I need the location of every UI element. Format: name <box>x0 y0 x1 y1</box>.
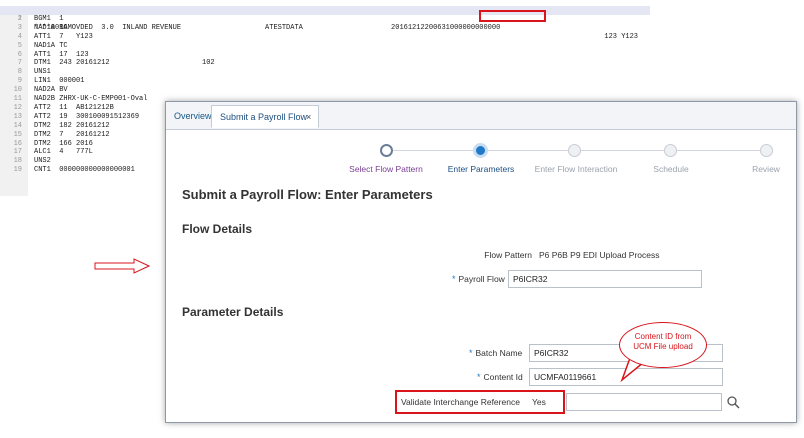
line-number: 15 <box>13 130 22 139</box>
train-label-enter-parameters[interactable]: Enter Parameters <box>448 164 515 174</box>
line-number: 18 <box>13 157 22 166</box>
line-number: 13 <box>13 112 22 121</box>
tab-overview[interactable]: Overview <box>174 105 212 128</box>
line-number: 5 <box>17 41 22 50</box>
flow-details-heading: Flow Details <box>182 222 253 236</box>
close-icon[interactable]: × <box>306 106 311 129</box>
edi-line: 1 ****001AMOVDED 3.0 INLAND REVENUE ATES… <box>0 6 650 41</box>
tab-bar: Overview Submit a Payroll Flow × <box>166 102 796 130</box>
line-number: 9 <box>17 77 22 86</box>
train-stop-select-flow-pattern[interactable] <box>380 144 393 157</box>
line-number: 12 <box>13 103 22 112</box>
content-id-label: * Content Id <box>477 372 523 382</box>
line-number: 4 <box>17 32 22 41</box>
edi-line-text: LIN1 000001 <box>34 77 85 86</box>
required-indicator: * <box>469 348 473 358</box>
line-number: 8 <box>17 68 22 77</box>
flow-pattern-label: Flow Pattern <box>484 250 532 260</box>
line-number: 11 <box>13 95 22 103</box>
submit-payroll-flow-panel: Overview Submit a Payroll Flow × Select … <box>165 101 797 423</box>
edi-line: 6 ATT1 17 123 <box>0 51 650 60</box>
parameter-details-heading: Parameter Details <box>182 305 284 319</box>
callout-line-2: UCM File upload <box>633 342 693 351</box>
line-number: 19 <box>13 166 22 175</box>
edi-line: 2 BGM1 1 <box>0 15 650 24</box>
payroll-flow-label: * Payroll Flow <box>452 274 505 284</box>
edi-line-text: BGM1 1 <box>34 14 64 23</box>
required-indicator: * <box>452 274 456 284</box>
payroll-flow-field[interactable]: P6ICR32 <box>508 270 702 288</box>
line-number: 3 <box>17 23 22 32</box>
edi-line-text: NAD1A TC <box>34 41 68 50</box>
train-stop-review[interactable] <box>760 144 773 157</box>
edi-line-text: CNT1 000000000000000001 <box>34 166 135 175</box>
edi-line-text: ATT1 17 123 <box>34 50 89 59</box>
edi-line: 3 NAD1A BG <box>0 24 650 33</box>
callout-line-1: Content ID from <box>634 332 692 341</box>
batch-name-label-text: Batch Name <box>475 348 523 358</box>
edi-line: 8 UNS1 <box>0 68 650 77</box>
page-title: Submit a Payroll Flow: Enter Parameters <box>182 187 433 202</box>
edi-line: 10 NAD2A BV <box>0 86 650 95</box>
edi-line-text: NAD2A BV <box>34 86 68 95</box>
content-id-label-text: Content Id <box>483 372 523 382</box>
interchange-reference-highlight <box>479 10 546 22</box>
line-number: 16 <box>13 139 22 148</box>
edi-line-text: UNS1 <box>34 68 51 77</box>
edi-line-text: ALC1 4 777L <box>34 148 93 157</box>
train-label-schedule[interactable]: Schedule <box>653 164 688 174</box>
hollow-arrow-icon <box>94 258 150 274</box>
search-icon[interactable] <box>726 395 740 409</box>
line-number: 7 <box>17 59 22 68</box>
process-train: Select Flow Pattern Enter Parameters Ent… <box>166 130 796 175</box>
edi-line-text: UNS2 <box>34 157 51 166</box>
train-label-review[interactable]: Review <box>752 164 780 174</box>
train-stop-enter-flow-interaction[interactable] <box>568 144 581 157</box>
line-number: 17 <box>13 148 22 157</box>
line-number: 2 <box>17 14 22 23</box>
line-number: 14 <box>13 121 22 130</box>
validate-interchange-highlight <box>395 390 565 414</box>
edi-line-text: ATT1 7 Y123 <box>34 32 93 41</box>
edi-line-text: NAD1A BG <box>34 23 68 32</box>
line-number: 6 <box>17 50 22 59</box>
batch-name-label: * Batch Name <box>469 348 522 358</box>
edi-line-text: DTM2 166 2016 <box>34 139 93 148</box>
edi-line: 5 NAD1A TC <box>0 42 650 51</box>
edi-line-text: ATT2 19 300100091512369 <box>34 112 140 121</box>
edi-line-text: ATT2 11 AB121212B <box>34 103 114 112</box>
train-label-enter-flow-interaction[interactable]: Enter Flow Interaction <box>535 164 618 174</box>
required-indicator: * <box>477 372 481 382</box>
train-stop-schedule[interactable] <box>664 144 677 157</box>
edi-line: 4 ATT1 7 Y123 <box>0 33 650 42</box>
edi-line-text: DTM1 243 20161212 102 <box>34 59 215 68</box>
payroll-flow-label-text: Payroll Flow <box>458 274 505 284</box>
edi-line-text: NAD2B ZHRX-UK-C-EMP001-Oval <box>34 95 148 103</box>
train-stop-enter-parameters[interactable] <box>473 143 488 158</box>
content-id-callout: Content ID from UCM File upload <box>619 322 707 368</box>
tab-submit-payroll-flow[interactable]: Submit a Payroll Flow × <box>211 105 319 128</box>
validate-interchange-reference-field[interactable] <box>566 393 722 411</box>
edi-line-text: DTM2 182 20161212 <box>34 121 110 130</box>
tab-label: Submit a Payroll Flow <box>220 112 308 122</box>
edi-line-text: DTM2 7 20161212 <box>34 130 110 139</box>
train-label-select-flow-pattern[interactable]: Select Flow Pattern <box>349 164 423 174</box>
edi-line: 7 DTM1 243 20161212 102 <box>0 59 650 68</box>
flow-pattern-value: P6 P6B P9 EDI Upload Process <box>539 250 660 260</box>
line-number: 10 <box>13 86 22 95</box>
edi-line: 9 LIN1 000001 <box>0 77 650 86</box>
